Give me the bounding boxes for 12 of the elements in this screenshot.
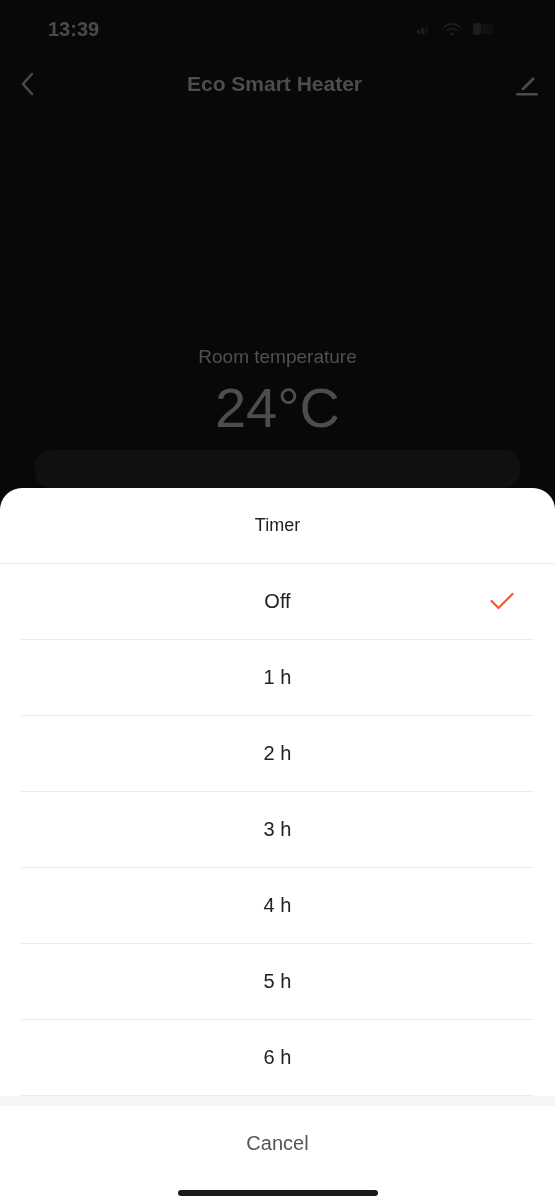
device-title: Eco Smart Heater	[186, 72, 363, 97]
room-temperature-value: 24°C	[214, 376, 341, 441]
timer-option[interactable]: 5 h	[21, 944, 534, 1020]
timer-option[interactable]: 2 h	[21, 716, 534, 792]
timer-option[interactable]: 3 h	[21, 792, 534, 868]
timer-option[interactable]: 4 h	[21, 868, 534, 944]
timer-option[interactable]: Off	[21, 564, 534, 640]
room-temperature-label: Room temperature	[198, 346, 357, 369]
status-time: 13:39	[48, 17, 100, 41]
back-icon[interactable]	[20, 72, 34, 97]
timer-option[interactable]: 1 h	[21, 640, 534, 716]
sheet-title: Timer	[254, 515, 301, 536]
